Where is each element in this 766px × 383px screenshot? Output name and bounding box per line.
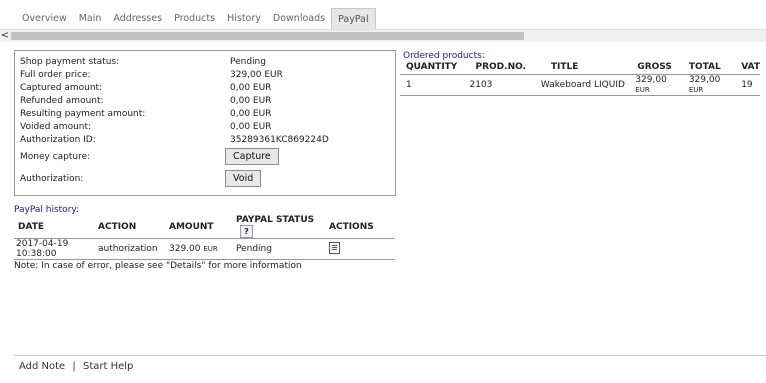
payment-value: 329,00 EUR <box>230 70 283 80</box>
payment-label: Captured amount: <box>20 83 103 93</box>
capture-button[interactable]: Capture <box>225 148 279 165</box>
horizontal-scrollbar[interactable]: < <box>0 29 766 42</box>
product-total: 329,00 EUR <box>684 74 736 95</box>
table-header-row: QUANTITY PROD.NO. TITLE GROSS TOTAL VAT <box>400 60 760 74</box>
payment-value: 0,00 EUR <box>230 109 272 119</box>
table-header-row: DATE ACTION AMOUNT PAYPAL STATUS? ACTION… <box>14 215 395 239</box>
column-header-action: ACTION <box>98 221 137 232</box>
payment-label: Authorization ID: <box>20 135 96 145</box>
payment-label: Refunded amount: <box>20 96 104 106</box>
history-action: authorization <box>98 244 158 254</box>
payment-summary-panel: Shop payment status: Pending Full order … <box>14 50 396 196</box>
error-note: Note: In case of error, please see "Deta… <box>14 261 302 271</box>
history-amount-currency: EUR <box>203 245 218 253</box>
payment-label: Resulting payment amount: <box>20 109 146 119</box>
product-quantity: 1 <box>406 79 412 90</box>
authorization-label: Authorization: <box>20 174 84 184</box>
tab-products[interactable]: Products <box>168 8 221 29</box>
tab-main[interactable]: Main <box>73 8 108 29</box>
product-prod-no: 2103 <box>469 79 493 90</box>
tab-paypal[interactable]: PayPal <box>331 8 376 29</box>
payment-label: Full order price: <box>20 70 91 80</box>
tab-overview[interactable]: Overview <box>16 8 73 29</box>
paypal-status-label: PAYPAL STATUS <box>236 215 315 225</box>
scroll-thumb[interactable] <box>11 32 524 40</box>
payment-value: 0,00 EUR <box>230 96 272 106</box>
money-capture-label: Money capture: <box>20 152 91 162</box>
history-actions-cell <box>329 239 395 260</box>
column-header-vat: VAT <box>741 61 760 72</box>
product-gross-currency: EUR <box>635 85 650 94</box>
start-help-link[interactable]: Start Help <box>83 361 133 372</box>
payment-value: 0,00 EUR <box>230 122 272 132</box>
history-amount-value: 329.00 <box>169 244 201 254</box>
column-header-actions: ACTIONS <box>329 221 374 232</box>
payment-label: Voided amount: <box>20 122 92 132</box>
history-status: Pending <box>236 244 272 254</box>
product-total-currency: EUR <box>688 85 704 94</box>
footer-divider <box>14 355 766 356</box>
add-note-link[interactable]: Add Note <box>19 361 65 372</box>
table-row: 1 2103 Wakeboard LIQUID 329,00 EUR 329,0… <box>400 74 760 95</box>
footer-separator: | <box>72 361 76 372</box>
payment-value: Pending <box>230 57 266 67</box>
void-button[interactable]: Void <box>225 170 262 187</box>
paypal-history-title: PayPal history: <box>14 205 80 215</box>
tab-addresses[interactable]: Addresses <box>107 8 168 29</box>
product-vat: 19 <box>741 79 753 90</box>
column-header-amount: AMOUNT <box>169 221 214 232</box>
history-date: 2017-04-19 10:38:00 <box>16 239 69 259</box>
column-header-title: TITLE <box>550 61 579 72</box>
column-header-total: TOTAL <box>688 61 721 72</box>
payment-value: 35289361KC869224D <box>230 135 329 145</box>
tab-bar: Overview Main Addresses Products History… <box>16 8 376 29</box>
column-header-date: DATE <box>18 221 45 232</box>
help-icon[interactable]: ? <box>240 225 253 238</box>
tab-history[interactable]: History <box>221 8 267 29</box>
table-row: 2017-04-19 10:38:00 authorization 329.00… <box>14 239 395 260</box>
product-gross: 329,00 EUR <box>630 74 684 95</box>
footer-links: Add Note | Start Help <box>19 361 133 372</box>
column-header-gross: GROSS <box>637 61 672 72</box>
product-total-value: 329,00 <box>688 74 721 85</box>
paypal-history-table: DATE ACTION AMOUNT PAYPAL STATUS? ACTION… <box>14 215 395 260</box>
payment-label: Shop payment status: <box>20 57 120 67</box>
payment-value: 0,00 EUR <box>230 83 272 93</box>
scroll-left-icon[interactable]: < <box>0 30 10 42</box>
tab-downloads[interactable]: Downloads <box>267 8 331 29</box>
product-title: Wakeboard LIQUID <box>540 79 625 90</box>
column-header-paypal-status: PAYPAL STATUS? <box>236 215 329 239</box>
details-icon[interactable] <box>329 241 340 254</box>
column-header-prod-no: PROD.NO. <box>475 61 526 72</box>
column-header-quantity: QUANTITY <box>406 61 458 72</box>
history-amount: 329.00 EUR <box>169 239 236 260</box>
ordered-products-table: QUANTITY PROD.NO. TITLE GROSS TOTAL VAT … <box>400 60 760 96</box>
product-gross-value: 329,00 <box>635 74 667 85</box>
